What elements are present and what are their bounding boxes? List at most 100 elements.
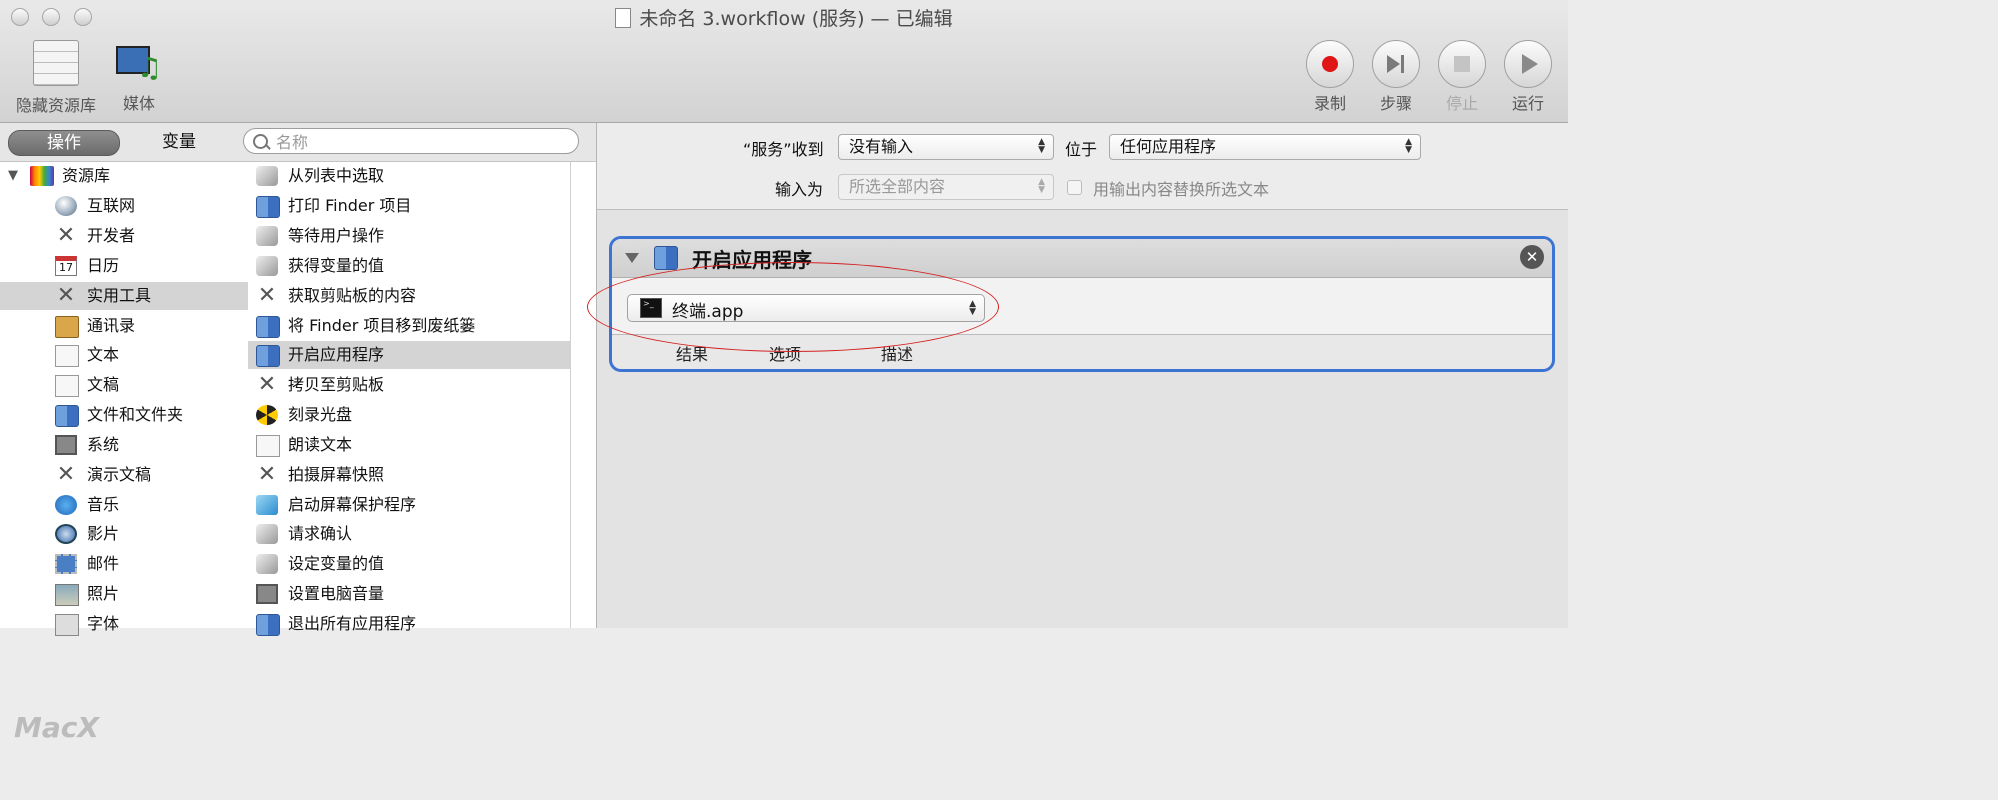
record-icon [1306,40,1354,88]
action-item[interactable]: ✕ 拷贝至剪贴板 [248,371,570,399]
service-config-bar: “服务”收到 没有输入 ▲ ▼ 位于 任何应用程序 ▲ ▼ 输入为 所选全部内容 ▲… [597,123,1568,210]
step-icon [1372,40,1420,88]
step-label: 步骤 [1379,94,1412,113]
action-item[interactable]: 设置电脑音量 [248,580,570,608]
action-item[interactable]: 等待用户操作 [248,222,570,250]
library-header: 操作 变量 [0,123,596,162]
action-item[interactable]: 刻录光盘 [248,401,570,429]
category-label: 照片 [87,584,120,603]
action-label: 退出所有应用程序 [288,614,417,633]
application-popup[interactable]: 任何应用程序 ▲ ▼ [1109,134,1421,160]
popup-arrows-icon: ▲ ▼ [1038,177,1045,195]
action-label: 刻录光盘 [288,405,353,424]
action-item[interactable]: 启动屏幕保护程序 [248,491,570,519]
action-item[interactable]: ✕ 拍摄屏幕快照 [248,461,570,489]
automator-icon [256,226,278,246]
category-item-presentations[interactable]: ✕ 演示文稿 [0,461,248,489]
action-item-launch-application[interactable]: 开启应用程序 [248,341,570,369]
receives-label: “服务”收到 [743,140,824,159]
close-icon[interactable]: ✕ [1520,245,1544,269]
tab-actions[interactable]: 操作 [8,130,120,156]
library-toggle-icon [33,40,79,86]
category-label: 互联网 [87,196,136,215]
media-button[interactable]: ♫ 媒体 [114,40,164,114]
category-item-utilities[interactable]: ✕ 实用工具 [0,282,248,310]
action-item[interactable]: 退出所有应用程序 [248,610,570,638]
action-item[interactable]: 打印 Finder 项目 [248,192,570,220]
replace-text-label: 用输出内容替换所选文本 [1093,180,1270,199]
column-divider[interactable] [570,162,571,628]
system-icon [55,435,77,455]
library-panel: 操作 变量 ▼ 资源库 互联网 ✕ 开发者 17 日历 ✕ 实用工具 [0,123,597,744]
step-button[interactable]: 步骤 [1364,40,1428,114]
action-label: 打印 Finder 项目 [288,196,412,215]
tools-icon: ✕ [56,283,76,308]
search-icon [253,134,268,149]
window-title-text: 未命名 3.workflow (服务) — 已编辑 [639,8,953,30]
stop-button[interactable]: 停止 [1430,40,1494,114]
annotation-ellipse [587,262,999,352]
action-label: 获取剪贴板的内容 [288,286,417,305]
action-item[interactable]: 朗读文本 [248,431,570,459]
hide-library-button[interactable]: 隐藏资源库 [10,40,102,116]
window-titlebar: 未命名 3.workflow (服务) — 已编辑 隐藏资源库 ♫ 媒体 录制 … [0,0,1568,123]
tools-icon: ✕ [257,462,277,487]
action-label: 启动屏幕保护程序 [288,495,417,514]
category-item-text[interactable]: 文本 [0,341,248,369]
category-item-developer[interactable]: ✕ 开发者 [0,222,248,250]
globe-icon [55,196,77,216]
category-item-mail[interactable]: 邮件 [0,550,248,578]
category-item-library[interactable]: ▼ 资源库 [0,162,248,190]
category-label: 日历 [87,256,120,275]
input-type-popup[interactable]: 没有输入 ▲ ▼ [838,134,1054,160]
category-item-contacts[interactable]: 通讯录 [0,312,248,340]
input-type-value: 没有输入 [849,137,914,156]
popup-arrows-icon: ▲ ▼ [1405,137,1412,155]
category-label: 演示文稿 [87,465,152,484]
category-item-calendar[interactable]: 17 日历 [0,252,248,280]
category-item-documents[interactable]: 文稿 [0,371,248,399]
finder-icon [654,246,678,270]
input-is-popup[interactable]: 所选全部内容 ▲ ▼ [838,174,1054,200]
category-label: 影片 [87,524,120,543]
stop-label: 停止 [1445,94,1478,113]
automator-icon [256,554,278,574]
action-item[interactable]: 从列表中选取 [248,162,570,190]
category-item-system[interactable]: 系统 [0,431,248,459]
popup-arrows-icon: ▲ ▼ [1038,137,1045,155]
replace-text-checkbox[interactable] [1067,180,1082,195]
finder-icon [256,196,280,218]
category-item-internet[interactable]: 互联网 [0,192,248,220]
action-item[interactable]: 获得变量的值 [248,252,570,280]
category-label: 实用工具 [87,286,152,305]
finder-icon [256,316,280,338]
mail-icon [55,554,77,574]
stop-icon [1438,40,1486,88]
category-item-music[interactable]: 音乐 [0,491,248,519]
action-label: 获得变量的值 [288,256,385,275]
search-input[interactable] [274,131,568,153]
action-item[interactable]: 将 Finder 项目移到废纸篓 [248,312,570,340]
collapse-triangle-icon[interactable] [625,253,639,263]
action-item[interactable]: 请求确认 [248,520,570,548]
category-item-movies[interactable]: 影片 [0,520,248,548]
finder-icon [55,405,79,427]
category-item-files-folders[interactable]: 文件和文件夹 [0,401,248,429]
category-item-photos[interactable]: 照片 [0,580,248,608]
document-icon [55,375,79,397]
run-button[interactable]: 运行 [1496,40,1560,114]
search-field[interactable] [243,128,579,154]
action-label: 从列表中选取 [288,166,385,185]
record-button[interactable]: 录制 [1298,40,1362,114]
library-icon [30,166,54,186]
workflow-area: “服务”收到 没有输入 ▲ ▼ 位于 任何应用程序 ▲ ▼ 输入为 所选全部内容 ▲… [587,123,1568,628]
action-item[interactable]: ✕ 获取剪贴板的内容 [248,282,570,310]
action-item[interactable]: 设定变量的值 [248,550,570,578]
action-label: 将 Finder 项目移到废纸篓 [288,316,476,335]
category-item-fonts[interactable]: 字体 [0,610,248,638]
action-label: 请求确认 [288,524,353,543]
tab-variables[interactable]: 变量 [140,130,218,154]
tools-icon: ✕ [257,372,277,397]
disclosure-triangle-icon[interactable]: ▼ [8,162,18,190]
action-label: 拍摄屏幕快照 [288,465,385,484]
